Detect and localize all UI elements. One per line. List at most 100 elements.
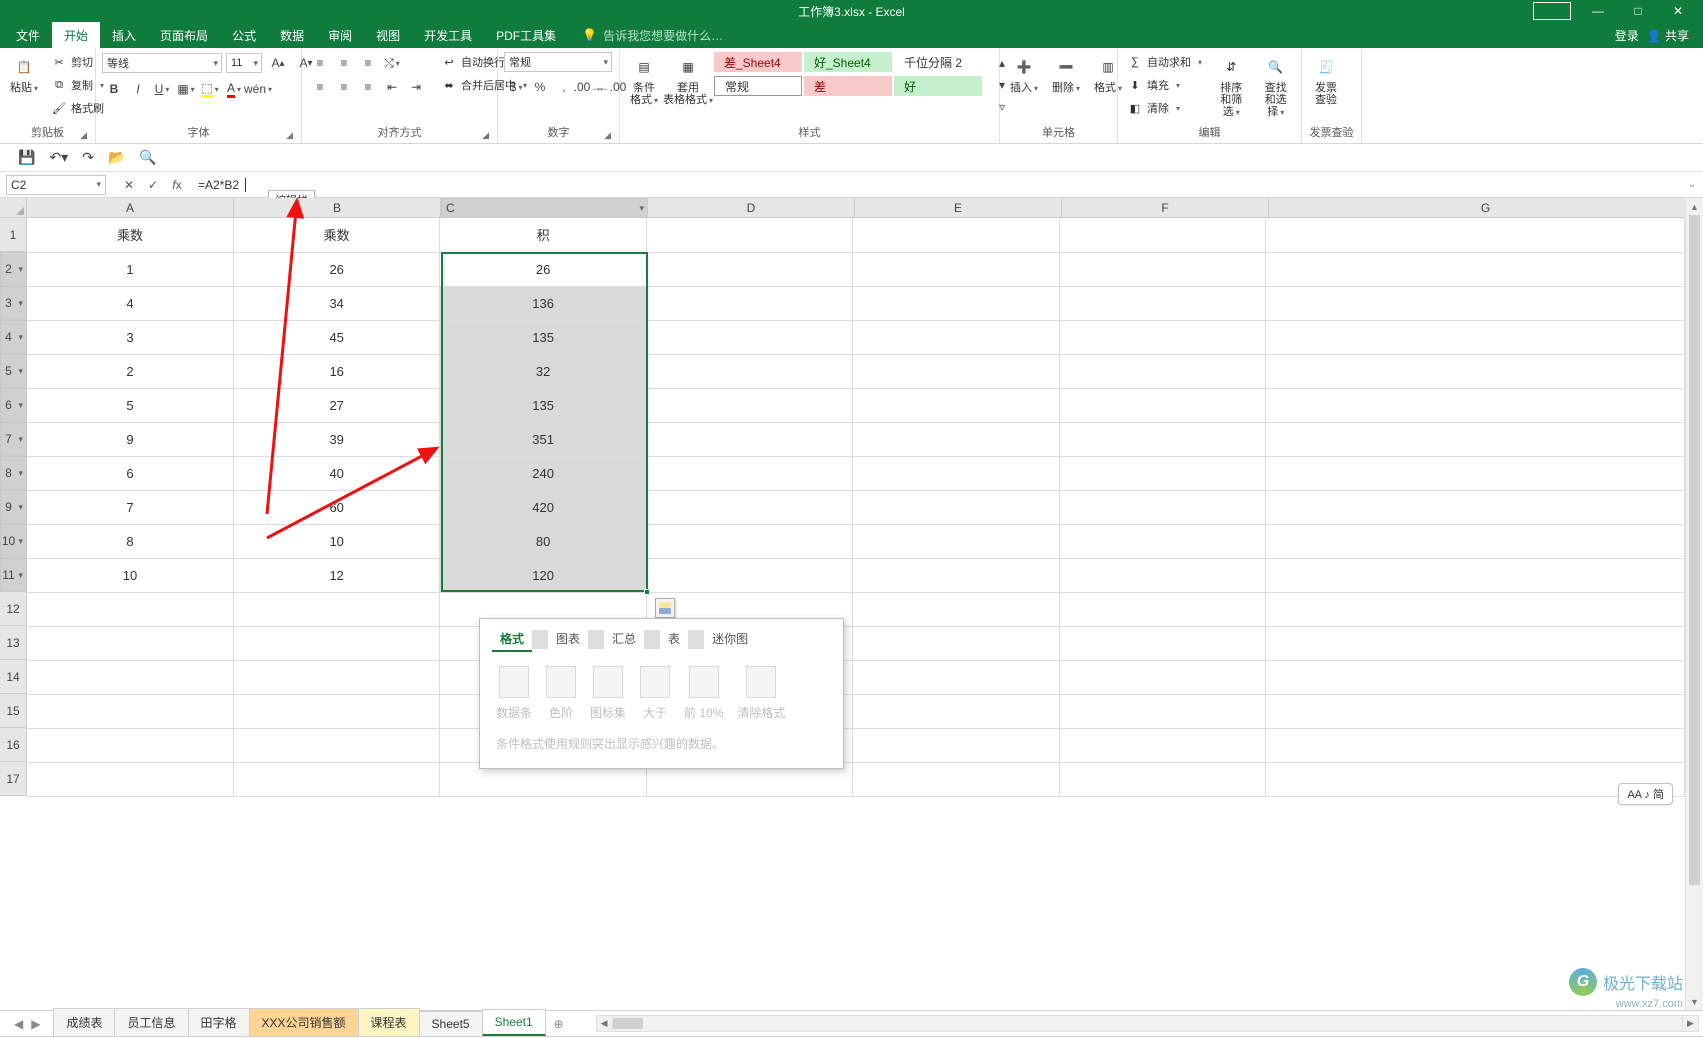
cell[interactable]: 3 [27, 320, 233, 354]
cell[interactable] [1059, 558, 1265, 592]
increase-decimal-icon[interactable]: .00→ [576, 76, 600, 98]
sheet-tab[interactable]: 员工信息 [114, 1008, 188, 1036]
sheet-tab[interactable]: Sheet5 [419, 1011, 483, 1036]
cell[interactable] [1266, 354, 1685, 388]
cell[interactable] [646, 252, 852, 286]
scroll-down-icon[interactable]: ▼ [1686, 993, 1703, 1010]
cell[interactable] [27, 626, 233, 660]
alignment-dialog-launcher[interactable]: ◢ [482, 130, 489, 141]
cell[interactable] [1266, 320, 1685, 354]
qa-tab-charts[interactable]: 图表 [548, 627, 588, 652]
row-header-17[interactable]: 17 [0, 762, 27, 796]
accounting-format-icon[interactable]: $ [504, 76, 528, 98]
align-top-icon[interactable]: ≡ [308, 52, 332, 74]
horizontal-scrollbar[interactable]: ◀ ▶ [596, 1011, 1699, 1036]
cell[interactable]: 1 [27, 252, 233, 286]
cell[interactable] [853, 354, 1059, 388]
cell[interactable] [646, 490, 852, 524]
font-dialog-launcher[interactable]: ◢ [286, 130, 293, 141]
cell[interactable] [646, 320, 852, 354]
cell[interactable]: 26 [233, 252, 439, 286]
cell[interactable] [1266, 286, 1685, 320]
qa-tab-totals[interactable]: 汇总 [604, 627, 644, 652]
col-header-F[interactable]: F [1062, 198, 1269, 217]
share-button[interactable]: 👤 共享 [1647, 27, 1689, 44]
align-bottom-icon[interactable]: ≡ [356, 52, 380, 74]
cell[interactable] [1266, 728, 1685, 762]
invoice-check-button[interactable]: 🧾发票 查验 [1308, 52, 1344, 108]
cell[interactable]: 135 [440, 320, 646, 354]
tab-data[interactable]: 数据 [268, 22, 316, 48]
cell[interactable] [1059, 252, 1265, 286]
cell[interactable]: 351 [440, 422, 646, 456]
cell[interactable] [853, 490, 1059, 524]
autofill-handle[interactable] [644, 589, 650, 595]
cell[interactable] [27, 762, 233, 796]
italic-button[interactable]: I [126, 78, 150, 100]
cell[interactable]: 16 [233, 354, 439, 388]
row-header-14[interactable]: 14 [0, 660, 27, 694]
row-header-11[interactable]: 11 [0, 558, 27, 592]
cell[interactable] [233, 626, 439, 660]
cell[interactable] [1059, 592, 1265, 626]
row-header-12[interactable]: 12 [0, 592, 27, 626]
col-header-G[interactable]: G [1269, 198, 1703, 217]
qa-item-2[interactable]: 图标集 [590, 666, 626, 721]
cell[interactable]: 135 [440, 388, 646, 422]
sheet-tab[interactable]: 课程表 [358, 1008, 420, 1036]
ribbon-display-options-icon[interactable] [1533, 2, 1571, 20]
cell[interactable] [1059, 388, 1265, 422]
conditional-format-button[interactable]: ▤条件格式 [626, 52, 662, 109]
cell[interactable]: 240 [440, 456, 646, 490]
select-all-corner[interactable] [0, 198, 27, 217]
add-sheet-button[interactable]: ⊕ [546, 1011, 572, 1036]
row-header-3[interactable]: 3 [0, 286, 27, 320]
formula-input[interactable]: =A2*B2 编辑栏 [198, 172, 1681, 197]
cell[interactable] [233, 694, 439, 728]
qa-item-0[interactable]: 数据条 [496, 666, 532, 721]
font-size-select[interactable]: 11 [226, 53, 262, 73]
tab-formulas[interactable]: 公式 [220, 22, 268, 48]
cell[interactable]: 45 [233, 320, 439, 354]
cell[interactable]: 10 [233, 524, 439, 558]
cell[interactable] [853, 626, 1059, 660]
cell[interactable] [233, 592, 439, 626]
cell[interactable] [853, 388, 1059, 422]
col-header-A[interactable]: A [27, 198, 234, 217]
cell[interactable] [646, 558, 852, 592]
cell[interactable]: 40 [233, 456, 439, 490]
cell[interactable]: 积 [440, 218, 646, 252]
ime-indicator[interactable]: AA ♪ 简 [1618, 783, 1673, 805]
clipboard-dialog-launcher[interactable]: ◢ [80, 130, 87, 141]
cell[interactable] [853, 456, 1059, 490]
print-preview-icon[interactable]: 🔍 [139, 149, 156, 166]
cell[interactable] [1266, 626, 1685, 660]
qa-item-4[interactable]: 前 10% [684, 666, 723, 721]
cell[interactable]: 60 [233, 490, 439, 524]
col-header-C[interactable]: C [441, 198, 648, 218]
cell[interactable] [853, 728, 1059, 762]
tab-page-layout[interactable]: 页面布局 [148, 22, 220, 48]
qa-item-5[interactable]: 清除格式 [737, 666, 785, 721]
cell[interactable]: 136 [440, 286, 646, 320]
sheet-tab[interactable]: 田字格 [188, 1008, 250, 1036]
col-header-D[interactable]: D [648, 198, 855, 217]
cell[interactable] [646, 388, 852, 422]
cell[interactable]: 27 [233, 388, 439, 422]
worksheet-grid[interactable]: A B C D E F G 1234567891011121314151617 … [0, 198, 1703, 1010]
cell[interactable]: 12 [233, 558, 439, 592]
cell[interactable] [1059, 626, 1265, 660]
cell[interactable] [853, 694, 1059, 728]
cell[interactable] [1266, 558, 1685, 592]
cell[interactable] [853, 422, 1059, 456]
hscroll-left-icon[interactable]: ◀ [596, 1015, 613, 1032]
cell[interactable]: 10 [27, 558, 233, 592]
cell[interactable] [1059, 490, 1265, 524]
account-login[interactable]: 登录 [1615, 27, 1639, 44]
cell[interactable]: 5 [27, 388, 233, 422]
paste-button[interactable]: 📋 粘贴 [6, 52, 42, 97]
row-header-5[interactable]: 5 [0, 354, 27, 388]
qa-tab-format[interactable]: 格式 [492, 627, 532, 652]
cell[interactable]: 7 [27, 490, 233, 524]
row-header-2[interactable]: 2 [0, 252, 27, 286]
